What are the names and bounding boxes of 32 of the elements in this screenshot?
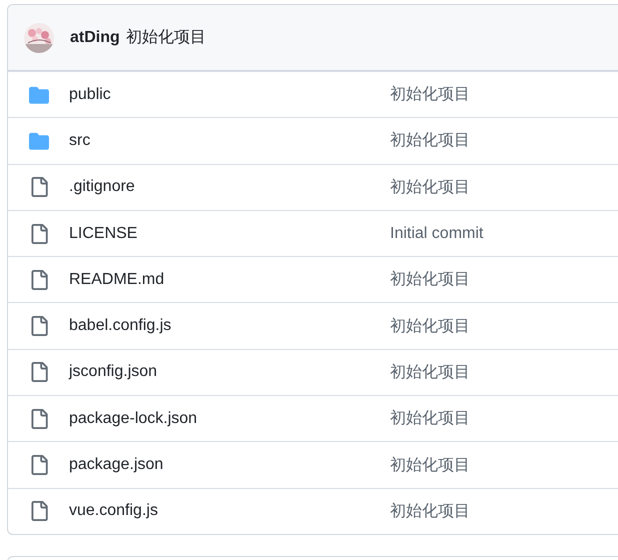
file-icon: [29, 270, 49, 290]
file-icon: [29, 362, 49, 382]
file-name[interactable]: vue.config.js: [69, 502, 390, 520]
file-icon: [29, 177, 49, 198]
file-icon: [29, 455, 49, 476]
file-name[interactable]: src: [69, 132, 390, 150]
file-icon: [29, 224, 49, 244]
file-name[interactable]: .gitignore: [69, 178, 390, 196]
file-name[interactable]: LICENSE: [69, 224, 390, 243]
commit-message[interactable]: 初始化项目: [390, 269, 470, 290]
file-name[interactable]: babel.config.js: [69, 317, 390, 336]
file-name[interactable]: package.json: [69, 456, 390, 474]
commit-message[interactable]: 初始化项目: [390, 500, 470, 522]
commit-message[interactable]: Initial commit: [390, 224, 484, 243]
file-name[interactable]: README.md: [69, 270, 390, 289]
file-icon: [29, 316, 49, 336]
commit-message[interactable]: 初始化项目: [390, 176, 470, 198]
commit-message[interactable]: 初始化项目: [390, 316, 470, 337]
commit-message[interactable]: 初始化项目: [390, 454, 470, 476]
commit-author[interactable]: atDing: [70, 28, 120, 46]
commit-message[interactable]: 初始化项目: [126, 27, 206, 48]
file-name[interactable]: public: [69, 86, 390, 104]
file-name[interactable]: package-lock.json: [69, 410, 390, 428]
file-name[interactable]: jsconfig.json: [69, 363, 390, 382]
folder-icon: [29, 84, 49, 105]
commit-message[interactable]: 初始化项目: [390, 84, 470, 106]
commit-message[interactable]: 初始化项目: [390, 362, 470, 383]
commit-message[interactable]: 初始化项目: [390, 408, 470, 430]
folder-icon: [29, 130, 49, 151]
file-icon: [29, 501, 49, 522]
commit-message[interactable]: 初始化项目: [390, 130, 470, 152]
file-icon: [29, 408, 49, 429]
